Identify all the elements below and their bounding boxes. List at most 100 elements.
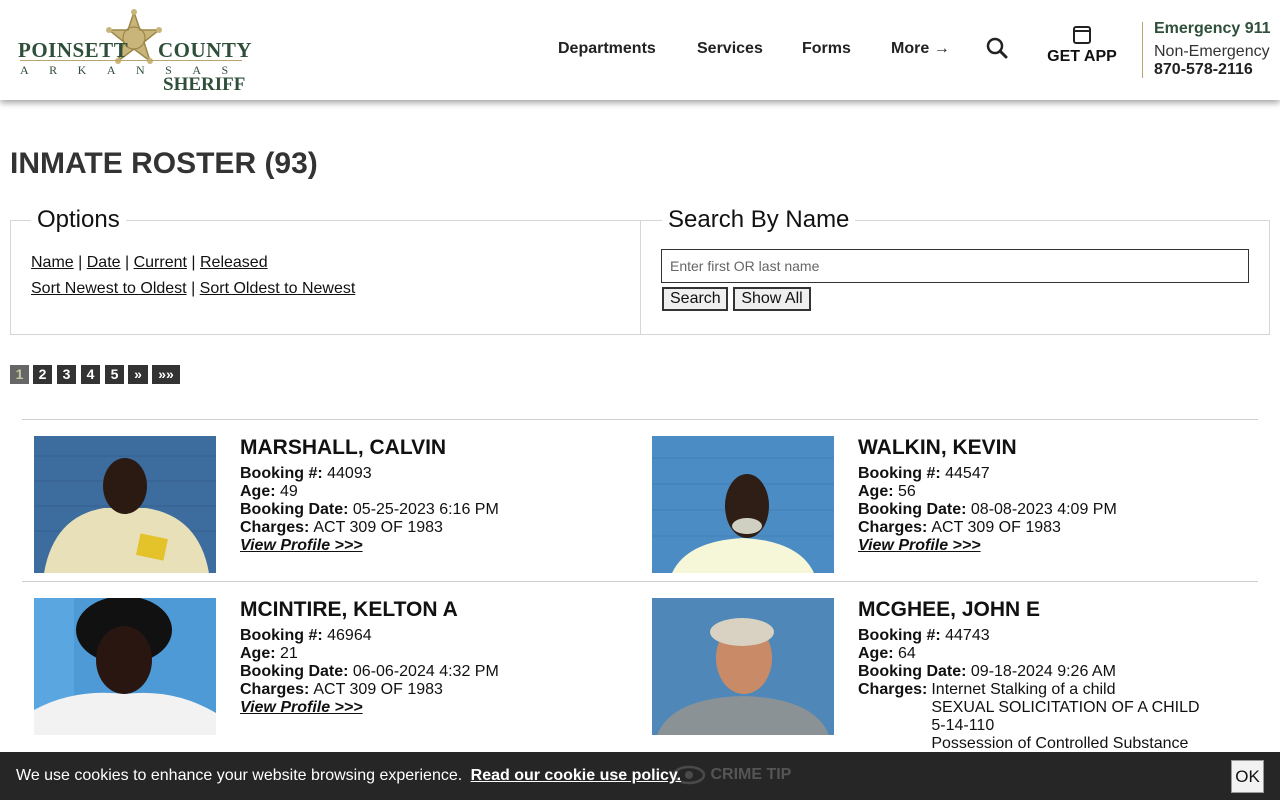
inmate-photo[interactable] — [652, 436, 834, 573]
sheriff-logo[interactable]: POINSETT COUNTY ARKANSAS SHERIFF — [18, 8, 252, 95]
booking-number: 46964 — [327, 627, 372, 644]
charges-label: Charges: — [858, 519, 928, 536]
inmate-photo-image — [34, 436, 216, 573]
inmate-name: WALKIN, KEVIN — [858, 436, 1017, 459]
nav-more-label: More — [891, 40, 930, 57]
booking-date-value: 06-06-2024 4:32 PM — [352, 663, 499, 680]
view-profile-link[interactable]: View Profile >>> — [240, 699, 363, 716]
booking-label: Booking #: — [240, 465, 323, 482]
options-filter-links: Name | Date | Current | Released — [31, 254, 268, 271]
inmate-photo[interactable] — [34, 436, 216, 573]
search-legend: Search By Name — [662, 206, 856, 234]
crime-tip-button[interactable]: CRIME TIP — [672, 765, 791, 785]
filter-name-link[interactable]: Name — [31, 254, 74, 271]
age-value: 21 — [280, 645, 298, 662]
booking-label: Booking #: — [858, 627, 941, 644]
page-5-button[interactable]: 5 — [105, 365, 124, 384]
inmate-photo[interactable] — [34, 598, 216, 735]
booking-date-value: 09-18-2024 9:26 AM — [970, 663, 1116, 680]
nav-forms[interactable]: Forms — [802, 40, 851, 58]
page-3-button[interactable]: 3 — [57, 365, 76, 384]
header-divider — [1142, 22, 1143, 78]
inmate-photo-image — [652, 598, 834, 735]
inmate-photo-image — [34, 598, 216, 735]
age-value: 49 — [280, 483, 298, 500]
booking-label: Booking #: — [858, 465, 941, 482]
age-label: Age: — [858, 645, 894, 662]
logo-sheriff: SHERIFF — [163, 74, 246, 95]
page-4-button[interactable]: 4 — [81, 365, 100, 384]
cookie-banner: CRIME TIP We use cookies to enhance your… — [0, 752, 1280, 800]
site-header: POINSETT COUNTY ARKANSAS SHERIFF Departm… — [0, 0, 1280, 100]
age-value: 64 — [898, 645, 916, 662]
charge-item: ACT 309 OF 1983 — [931, 519, 1061, 536]
row-divider — [22, 581, 1258, 582]
next-page-button[interactable]: » — [128, 365, 148, 384]
charge-item: Possession of Controlled Substance — [931, 735, 1189, 752]
booking-date-label: Booking Date: — [858, 501, 967, 518]
nav-services[interactable]: Services — [697, 40, 763, 58]
charge-item: ACT 309 OF 1983 — [313, 519, 443, 536]
page-title: INMATE ROSTER (93) — [10, 147, 318, 180]
booking-date-label: Booking Date: — [858, 663, 967, 680]
mobile-phone-icon — [1073, 26, 1091, 44]
nav-departments[interactable]: Departments — [558, 40, 656, 58]
filter-released-link[interactable]: Released — [200, 254, 268, 271]
sort-oldest-link[interactable]: Sort Oldest to Newest — [200, 280, 356, 297]
get-app-button[interactable]: GET APP — [1044, 26, 1120, 66]
search-panel: Search By Name Search Show All — [640, 206, 1270, 335]
inmate-photo[interactable] — [652, 598, 834, 735]
age-value: 56 — [898, 483, 916, 500]
charges-label: Charges: — [858, 681, 928, 698]
view-profile-link[interactable]: View Profile >>> — [240, 537, 363, 554]
logo-divider — [20, 60, 242, 61]
cookie-policy-link[interactable]: Read our cookie use policy. — [471, 767, 681, 784]
emergency-contact: Emergency 911 Non-Emergency 870-578-2116 — [1154, 20, 1271, 79]
show-all-button[interactable]: Show All — [733, 287, 811, 311]
non-emergency-phone[interactable]: 870-578-2116 — [1154, 61, 1271, 79]
age-label: Age: — [240, 645, 276, 662]
inmate-name: MCINTIRE, KELTON A — [240, 598, 458, 621]
nav-more[interactable]: More → — [891, 40, 950, 58]
cookie-ok-button[interactable]: OK — [1231, 760, 1264, 793]
page-2-button[interactable]: 2 — [33, 365, 52, 384]
booking-number: 44547 — [945, 465, 990, 482]
view-profile-link[interactable]: View Profile >>> — [858, 537, 981, 554]
booking-label: Booking #: — [240, 627, 323, 644]
booking-number: 44093 — [327, 465, 372, 482]
page-1-button[interactable]: 1 — [10, 365, 29, 384]
age-label: Age: — [858, 483, 894, 500]
charge-item: ACT 309 OF 1983 — [313, 681, 443, 698]
emergency-label[interactable]: Emergency 911 — [1154, 20, 1271, 38]
filter-current-link[interactable]: Current — [134, 254, 187, 271]
inmate-photo-image — [652, 436, 834, 573]
logo-poinsett: POINSETT — [18, 38, 129, 62]
booking-date-value: 08-08-2023 4:09 PM — [970, 501, 1117, 518]
row-divider — [22, 419, 1258, 420]
options-legend: Options — [31, 206, 126, 234]
charges-label: Charges: — [240, 519, 310, 536]
last-page-button[interactable]: »» — [152, 365, 180, 384]
inmate-name: MCGHEE, JOHN E — [858, 598, 1041, 621]
name-search-input[interactable] — [661, 249, 1249, 283]
charges-label: Charges: — [240, 681, 310, 698]
search-button[interactable]: Search — [662, 287, 728, 311]
get-app-label: GET APP — [1047, 48, 1117, 65]
arrow-right-icon: → — [933, 40, 950, 57]
filter-date-link[interactable]: Date — [87, 254, 121, 271]
sort-newest-link[interactable]: Sort Newest to Oldest — [31, 280, 187, 297]
crime-tip-label: CRIME TIP — [710, 766, 792, 784]
age-label: Age: — [240, 483, 276, 500]
non-emergency-label: Non-Emergency — [1154, 43, 1270, 60]
cookie-message: We use cookies to enhance your website b… — [16, 767, 463, 784]
inmate-name: MARSHALL, CALVIN — [240, 436, 447, 459]
charge-item: Internet Stalking of a child — [931, 681, 1116, 698]
booking-number: 44743 — [945, 627, 990, 644]
options-sort-links: Sort Newest to Oldest | Sort Oldest to N… — [31, 280, 356, 297]
booking-date-label: Booking Date: — [240, 663, 349, 680]
search-icon[interactable] — [986, 37, 1008, 59]
booking-date-label: Booking Date: — [240, 501, 349, 518]
booking-date-value: 05-25-2023 6:16 PM — [352, 501, 499, 518]
options-panel: Options Name | Date | Current | Released… — [10, 206, 641, 335]
charge-item: SEXUAL SOLICITATION OF A CHILD 5-14-110 — [931, 699, 1200, 734]
